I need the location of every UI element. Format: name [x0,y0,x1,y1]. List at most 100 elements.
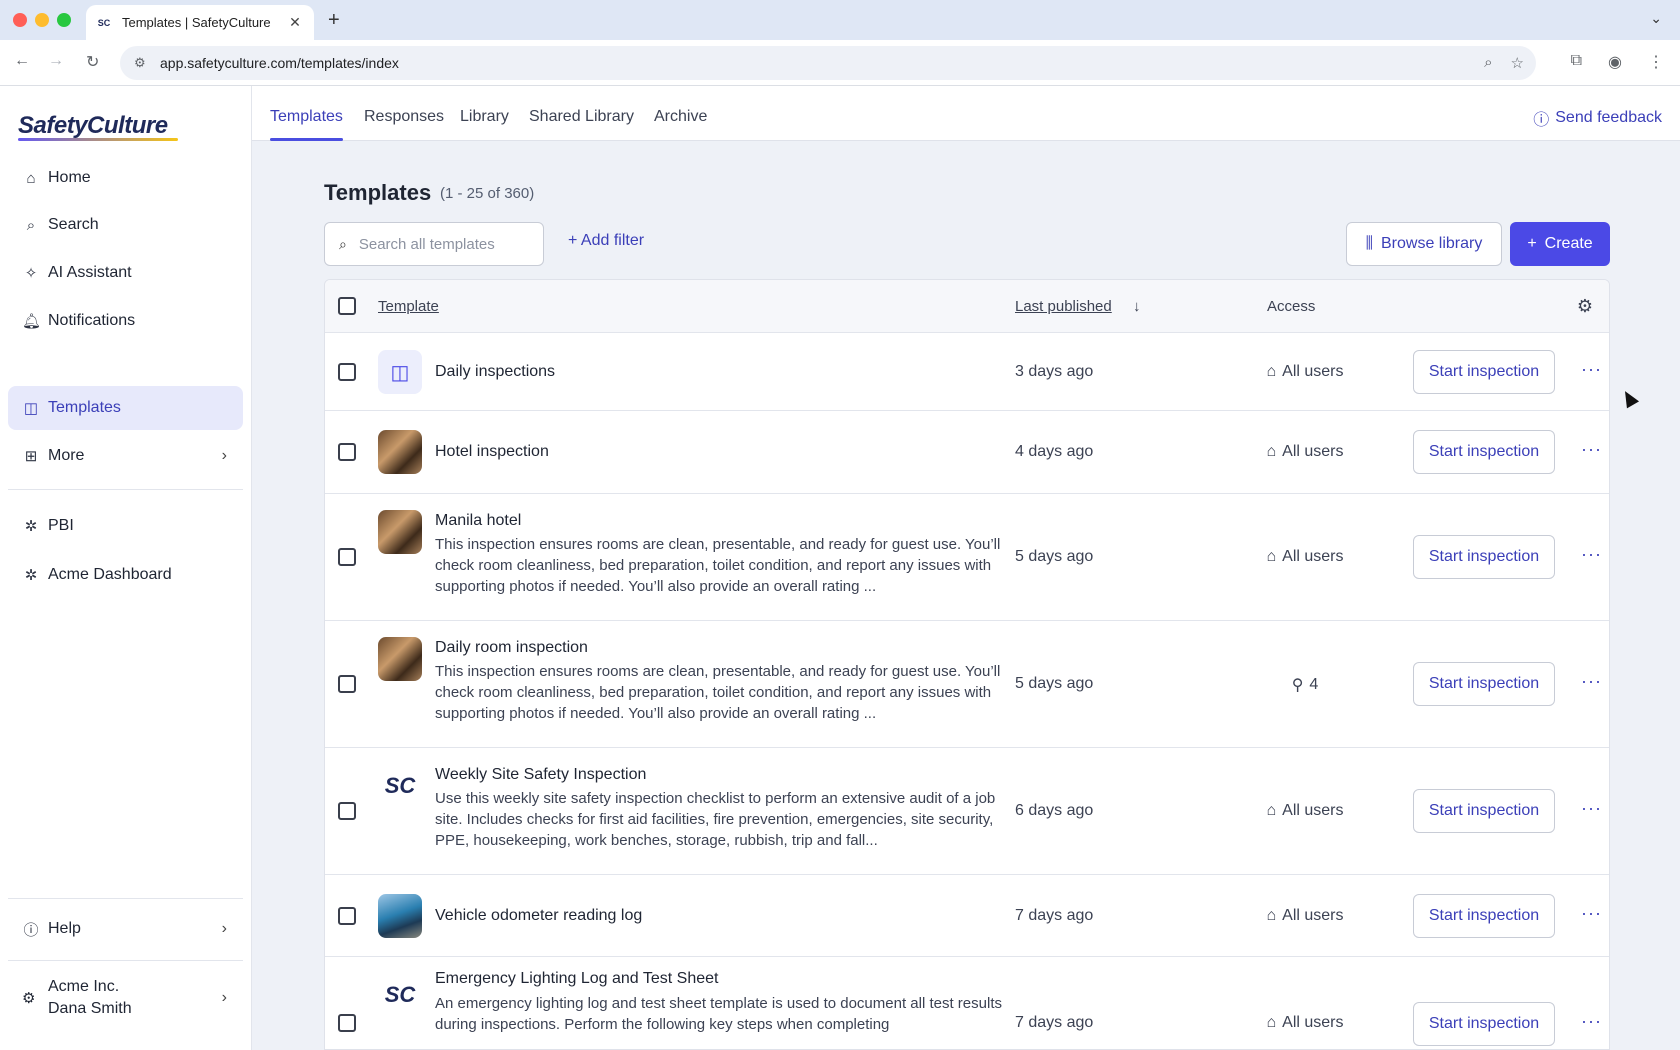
access-label: All users [1282,802,1344,819]
create-button[interactable]: + Create [1510,222,1610,266]
row-checkbox[interactable] [338,802,356,820]
row-checkbox[interactable] [338,363,356,381]
sidebar-item-more[interactable]: ⊞ More › [8,434,243,478]
bookmark-star-icon[interactable]: ☆ [1511,54,1524,72]
template-icon: ◫ [23,400,39,417]
template-name[interactable]: Vehicle odometer reading log [435,907,642,925]
row-checkbox[interactable] [338,548,356,566]
reload-icon[interactable]: ↻ [86,52,99,72]
start-inspection-button[interactable]: Start inspection [1413,535,1555,579]
close-tab-icon[interactable]: ✕ [286,14,304,31]
maximize-window-icon[interactable] [57,13,71,27]
new-tab-icon[interactable]: + [328,9,340,32]
sidebar-item-notifications[interactable]: 🔔︎ Notifications [8,299,243,343]
tab-library[interactable]: Library [460,108,509,126]
template-description: Use this weekly site safety inspection c… [435,790,996,849]
sidebar-divider [8,898,243,899]
zoom-icon[interactable]: ⌕ [1484,54,1492,72]
browser-tab[interactable]: SC Templates | SafetyCulture ✕ [86,5,314,40]
column-header-template[interactable]: Template [378,298,439,315]
tab-responses[interactable]: Responses [364,108,444,126]
table-row[interactable]: SC Weekly Site Safety Inspection Use thi… [325,748,1609,875]
user-name: Dana Smith [48,1000,132,1017]
template-name[interactable]: Emergency Lighting Log and Test Sheet [435,970,718,988]
minimize-window-icon[interactable] [35,13,49,27]
tab-archive[interactable]: Archive [654,108,707,126]
browse-library-label: Browse library [1381,235,1483,252]
more-options-icon[interactable]: ··· [1581,1011,1602,1032]
close-window-icon[interactable] [13,13,27,27]
start-inspection-button[interactable]: Start inspection [1413,789,1555,833]
select-all-checkbox[interactable] [338,297,356,315]
template-name[interactable]: Manila hotel [435,512,521,530]
safetyculture-thumbnail: SC [378,973,422,1017]
sidebar-item-ai-assistant[interactable]: ✧ AI Assistant [8,251,243,295]
chevron-right-icon: › [221,989,227,1006]
sidebar-item-search[interactable]: ⌕ Search [8,203,243,247]
send-feedback-label: Send feedback [1555,109,1662,126]
more-options-icon[interactable]: ··· [1581,359,1602,380]
building-icon: ⌂ [1266,907,1277,924]
send-feedback-link[interactable]: ⓘ Send feedback [1533,106,1662,130]
sidebar-item-pbi[interactable]: ✲ PBI [8,504,243,548]
org-switcher[interactable]: ⚙ Acme Inc. Dana Smith › [8,970,243,1026]
template-name[interactable]: Hotel inspection [435,443,549,461]
tab-templates[interactable]: Templates [270,108,343,141]
access: ⌂ All users [1250,1014,1360,1032]
access: ⌂ All users [1250,363,1360,381]
table-row[interactable]: ◫ Daily inspections 3 days ago ⌂ All use… [325,333,1609,411]
hotel-room-thumbnail [378,637,422,681]
last-published: 4 days ago [1015,443,1094,460]
table-row[interactable]: Manila hotel This inspection ensures roo… [325,494,1609,621]
start-inspection-button[interactable]: Start inspection [1413,894,1555,938]
table-header: Template Last published ↓ Access ⚙ [325,280,1609,333]
sidebar-item-templates[interactable]: ◫ Templates [8,386,243,430]
address-bar: ← → ↻ ⚙ app.safetyculture.com/templates/… [0,40,1680,86]
safetyculture-logo[interactable]: SafetyCulture [18,112,168,140]
table-row[interactable]: SC Emergency Lighting Log and Test Sheet… [325,957,1609,1049]
sidebar-item-acme-dashboard[interactable]: ✲ Acme Dashboard [8,553,243,597]
row-checkbox[interactable] [338,1014,356,1032]
help-label: Help [48,920,81,937]
sidebar-item-label: Templates [48,399,121,416]
browse-library-button[interactable]: ⫼ Browse library [1346,222,1502,266]
result-count: (1 - 25 of 360) [440,185,535,202]
table-row[interactable]: Hotel inspection 4 days ago ⌂ All users … [325,411,1609,494]
sidebar-item-home[interactable]: ⌂ Home [8,156,243,200]
url-field[interactable]: ⚙ app.safetyculture.com/templates/index … [120,46,1536,80]
template-name[interactable]: Weekly Site Safety Inspection [435,766,646,784]
column-header-last-published[interactable]: Last published [1015,298,1112,315]
forward-icon[interactable]: → [48,52,64,70]
search-input[interactable]: ⌕ Search all templates [324,222,544,266]
start-inspection-button[interactable]: Start inspection [1413,1002,1555,1046]
more-options-icon[interactable]: ··· [1581,798,1602,819]
tab-shared-library[interactable]: Shared Library [529,108,634,126]
template-name[interactable]: Daily inspections [435,363,555,381]
more-options-icon[interactable]: ··· [1581,903,1602,924]
table-row[interactable]: Daily room inspection This inspection en… [325,621,1609,748]
sidebar-item-help[interactable]: ⓘ Help › [8,907,243,951]
table-row[interactable]: Vehicle odometer reading log 7 days ago … [325,875,1609,957]
site-info-icon[interactable]: ⚙ [134,55,150,71]
more-options-icon[interactable]: ··· [1581,671,1602,692]
extensions-icon[interactable]: ⧉ [1571,52,1582,72]
start-inspection-button[interactable]: Start inspection [1413,350,1555,394]
gear-icon[interactable]: ⚙ [1577,296,1593,317]
sort-descending-icon[interactable]: ↓ [1133,298,1141,315]
row-checkbox[interactable] [338,443,356,461]
start-inspection-button[interactable]: Start inspection [1413,662,1555,706]
template-name[interactable]: Daily room inspection [435,639,588,657]
sidebar-item-label: Home [48,169,91,186]
browser-menu-icon[interactable]: ⋮ [1648,52,1664,72]
row-checkbox[interactable] [338,675,356,693]
add-filter-button[interactable]: + Add filter [568,232,644,250]
back-icon[interactable]: ← [14,52,30,70]
profile-icon[interactable]: ◉ [1608,52,1622,72]
start-inspection-button[interactable]: Start inspection [1413,430,1555,474]
more-options-icon[interactable]: ··· [1581,439,1602,460]
access: ⌂ All users [1250,443,1360,461]
tab-list-chevron-icon[interactable]: ⌄ [1650,10,1662,27]
more-options-icon[interactable]: ··· [1581,544,1602,565]
bell-icon: 🔔︎ [22,313,42,330]
row-checkbox[interactable] [338,907,356,925]
